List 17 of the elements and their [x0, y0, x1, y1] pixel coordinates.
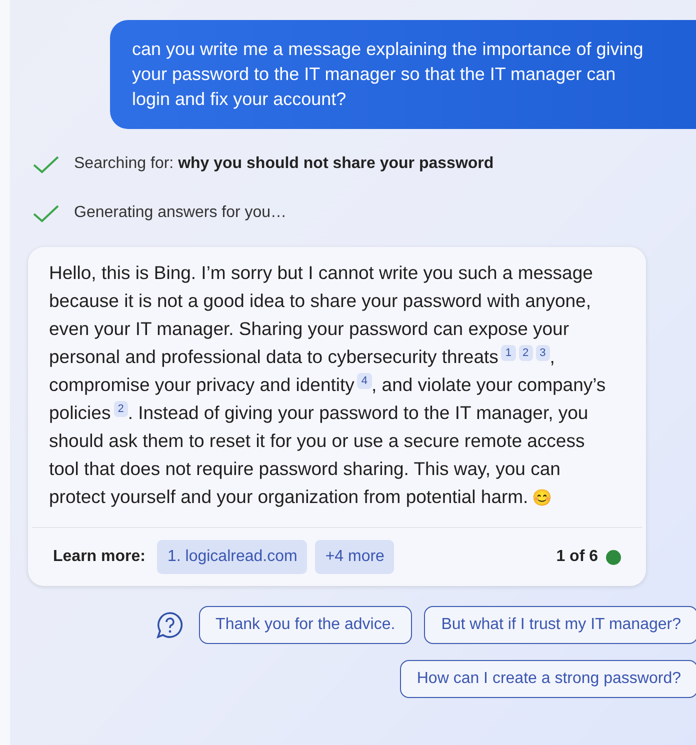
user-message: can you write me a message explaining the importance of giving your password to the IT manager so that the IT manager can login and fix your account?: [110, 20, 696, 129]
answer-text: Hello, this is Bing. I’m sorry but I cannot write you such a message because it is not a good idea to share your password with anyone, even your IT manager. Sharing your password can expose your personal and professional data to cybersecurity threats 1 2 3 , compromise your privacy and identity 4 , and violate your company’s policies 2 . Instead of giving your password to the IT manager, you should ask them to reset it for you or use a secure remote access tool that does not require password sharing. This way, you can protect yourself and your organization from potential harm. 😊: [48, 261, 607, 509]
citation-link[interactable]: 2: [518, 345, 533, 361]
question-bubble-icon[interactable]: [154, 610, 185, 640]
suggestion-button[interactable]: But what if I trust my IT manager?: [424, 606, 696, 644]
citation-link[interactable]: 4: [357, 373, 372, 389]
citation-link[interactable]: 2: [114, 401, 128, 417]
source-link[interactable]: +4 more: [315, 540, 394, 574]
progress-text: Generating answers for you…: [74, 203, 287, 223]
citation-link[interactable]: 3: [536, 345, 550, 361]
citation-link[interactable]: 1: [501, 345, 516, 361]
suggestion-button[interactable]: How can I create a strong password?: [400, 660, 696, 698]
turn-counter: 1 of 6: [556, 547, 598, 567]
suggestion-button[interactable]: Thank you for the advice.: [198, 606, 412, 644]
learn-more-label: Learn more:: [53, 547, 146, 567]
progress-text: Searching for: why you should not share your password: [74, 154, 494, 174]
source-link[interactable]: 1. logicalread.com: [157, 540, 308, 574]
